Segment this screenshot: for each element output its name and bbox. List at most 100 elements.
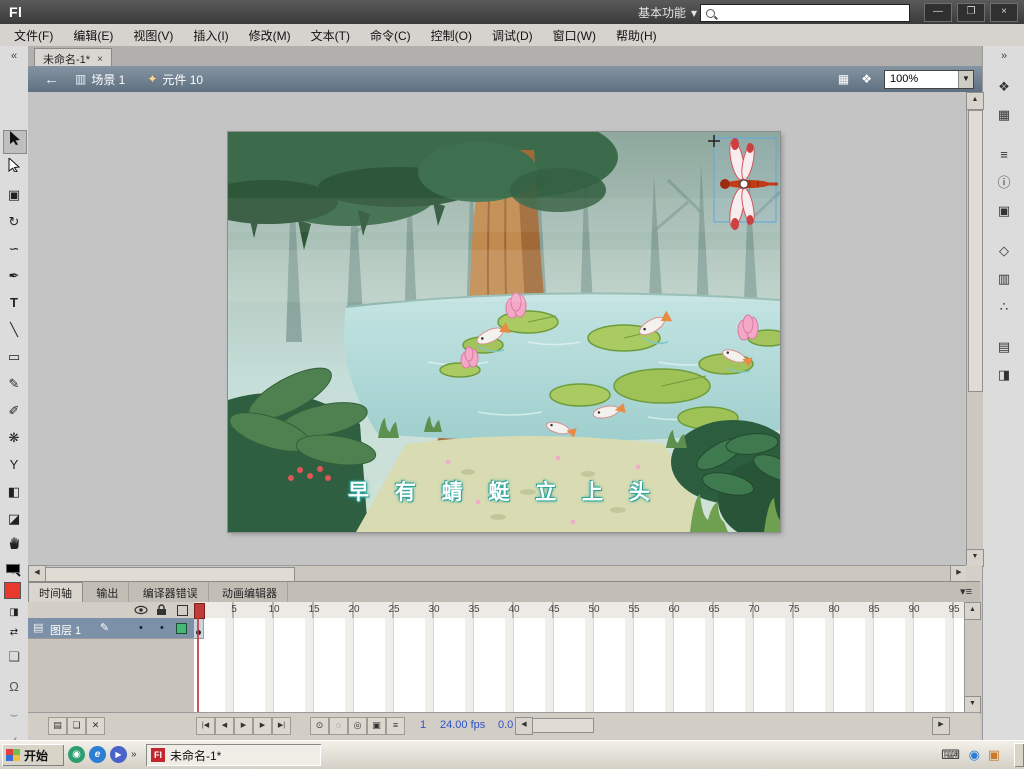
zoom-select[interactable]: 100% ▼ [884,70,974,89]
menu-window[interactable]: 窗口(W) [543,24,606,47]
history-panel-icon[interactable]: ◨ [991,364,1017,386]
minimize-button[interactable]: — [924,3,952,22]
horizontal-scroll-thumb[interactable] [45,567,295,582]
collapse-panel-icon[interactable]: « [0,50,28,62]
go-to-last-frame-button[interactable]: ▶| [272,717,291,735]
fill-color-swatch[interactable] [4,582,21,599]
modify-markers-button[interactable]: ≡ [386,717,405,735]
frames-grid[interactable] [194,618,964,712]
pencil-tool[interactable]: ✎ [3,373,25,395]
frame-rate-value[interactable]: 24.00 fps [440,719,485,731]
step-back-button[interactable]: ◀ [215,717,234,735]
onion-skin-button[interactable]: ◌ [329,717,348,735]
layer-visibility-dot[interactable]: • [139,622,143,634]
playhead[interactable] [194,603,205,619]
tray-square-icon[interactable]: ▣ [988,747,1000,763]
show-desktop-strip[interactable] [1014,743,1024,767]
start-button[interactable]: 开始 [2,744,64,766]
deco-tool[interactable]: ❋ [3,427,25,449]
dragonfly-selection[interactable] [708,135,778,230]
smooth-curve-icon[interactable]: ⌣ [3,704,25,726]
stroke-color-swatch[interactable] [6,564,20,573]
back-arrow-icon[interactable]: ← [44,71,59,88]
menu-modify[interactable]: 修改(M) [239,24,301,47]
delete-layer-button[interactable]: ✕ [86,717,105,735]
task-button-flash[interactable]: Fl 未命名-1* [146,744,321,766]
layer-outline-color-swatch[interactable] [176,623,187,634]
selection-tool[interactable] [3,130,27,154]
stage[interactable]: 早 有 蜻 蜓 立 上 头 [228,132,780,532]
vertical-scroll-thumb[interactable] [968,110,983,392]
search-input[interactable] [720,6,909,20]
frame-ruler[interactable]: 5101520253035404550556065707580859095 [194,602,964,619]
scene-label[interactable]: 场景 1 [91,71,125,88]
text-tool[interactable]: T [3,292,25,314]
show-hide-eye-icon[interactable] [134,604,148,619]
lasso-tool[interactable]: ∽ [3,238,25,260]
components-panel-icon[interactable]: ▥ [991,268,1017,290]
onion-skin-outlines-button[interactable]: ◎ [348,717,367,735]
magnet-icon[interactable]: Ω [3,676,25,698]
stage-vertical-scrollbar[interactable]: ▲ ▼ [966,92,983,565]
center-frame-button[interactable]: ⊙ [310,717,329,735]
layer-lock-dot[interactable]: • [160,622,164,634]
quick-launch-ie-icon[interactable]: e [89,746,106,763]
bone-tool[interactable]: Y [3,454,25,476]
color-panel-icon[interactable]: ❖ [991,76,1017,98]
stage-pasteboard[interactable]: 早 有 蜻 蜓 立 上 头 [28,92,966,565]
menu-file[interactable]: 文件(F) [4,24,63,47]
search-box[interactable] [700,4,910,22]
transform-point-icon[interactable] [740,180,748,188]
pen-tool[interactable]: ✒ [3,265,25,287]
quick-launch-media-icon[interactable]: ▶ [110,746,127,763]
close-button[interactable]: × [990,3,1018,22]
symbol-label[interactable]: 元件 10 [162,71,203,88]
menu-control[interactable]: 控制(O) [421,24,482,47]
expand-panels-icon[interactable]: » [983,50,1024,62]
edit-multiple-frames-button[interactable]: ▣ [367,717,386,735]
menu-help[interactable]: 帮助(H) [606,24,667,47]
menu-edit[interactable]: 编辑(E) [63,24,123,47]
play-button[interactable]: ▶ [234,717,253,735]
menu-view[interactable]: 视图(V) [123,24,183,47]
zoom-dropdown-arrow[interactable]: ▼ [958,71,973,88]
timeline-scroll-up-icon[interactable]: ▲ [964,602,981,620]
library-panel-icon[interactable]: ▤ [991,336,1017,358]
stage-horizontal-scrollbar[interactable]: ◀ ▶ [28,565,966,582]
brush-tool[interactable]: ✐ [3,400,25,422]
layer-name[interactable]: 图层 1 [50,622,81,638]
menu-commands[interactable]: 命令(C) [360,24,421,47]
go-to-first-frame-button[interactable]: |◀ [196,717,215,735]
timeline-scroll-left-icon[interactable]: ◀ [515,717,533,735]
lock-icon[interactable] [156,604,167,619]
current-frame-value[interactable]: 1 [420,719,426,731]
layer-row[interactable]: ▤ 图层 1 ✎ • • [28,618,194,639]
step-forward-button[interactable]: ▶ [253,717,272,735]
info-panel-icon[interactable]: ⓘ [991,172,1017,194]
black-white-colors-icon[interactable]: ◨ [3,602,25,624]
menu-insert[interactable]: 插入(I) [183,24,238,47]
menu-debug[interactable]: 调试(D) [482,24,543,47]
swatches-panel-icon[interactable]: ▦ [991,104,1017,126]
hand-tool[interactable] [3,535,25,557]
motion-presets-panel-icon[interactable]: ∴ [991,296,1017,318]
swap-colors-icon[interactable]: ⇄ [3,622,25,644]
keyboard-tray-icon[interactable]: ⌨ [941,747,960,763]
paint-bucket-tool[interactable]: ◧ [3,481,25,503]
new-folder-button[interactable]: ❏ [67,717,86,735]
transform-panel-icon[interactable]: ▣ [991,200,1017,222]
panel-menu-icon[interactable]: ▾≡ [960,585,972,598]
edit-symbols-icon[interactable]: ❖ [861,72,872,86]
edit-scene-icon[interactable]: ▦ [838,72,849,86]
line-tool[interactable]: ╲ [3,319,25,341]
shield-tray-icon[interactable]: ◉ [969,747,980,763]
align-panel-icon[interactable]: ≡ [991,144,1017,166]
timeline-scroll-thumb[interactable] [532,718,594,733]
free-transform-tool[interactable]: ▣ [3,184,25,206]
close-tab-icon[interactable]: × [97,54,103,65]
pages-icon[interactable]: ❏ [3,646,25,668]
subselection-tool[interactable] [3,157,25,179]
workspace-switcher[interactable]: 基本功能 ▾ [638,4,697,21]
menu-text[interactable]: 文本(T) [301,24,360,47]
rectangle-tool[interactable]: ▭ [3,346,25,368]
